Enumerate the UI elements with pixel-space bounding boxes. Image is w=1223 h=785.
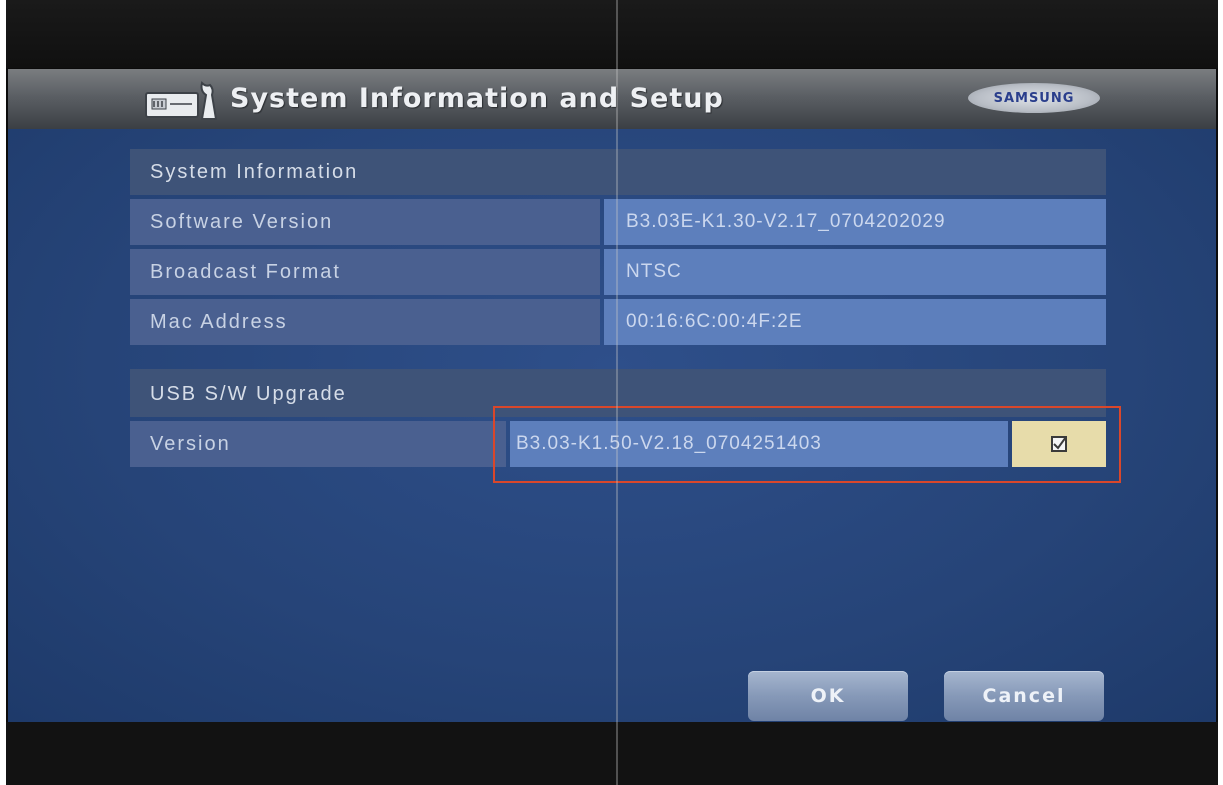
screen-seam <box>616 0 618 785</box>
mac-address-label: Mac Address <box>130 299 600 345</box>
usb-version-label: Version <box>130 421 506 467</box>
page-title: System Information and Setup <box>230 83 724 114</box>
letterbox-bottom <box>6 722 1218 785</box>
title-bar: System Information and Setup SAMSUNG <box>8 69 1216 129</box>
system-info-heading: System Information <box>130 149 1106 195</box>
broadcast-format-value: NTSC <box>604 249 1106 295</box>
upgrade-highlight-box <box>493 406 1121 483</box>
broadcast-format-label: Broadcast Format <box>130 249 600 295</box>
software-version-value: B3.03E-K1.30-V2.17_0704202029 <box>604 199 1106 245</box>
tv-screen: System Information and Setup SAMSUNG Sys… <box>6 0 1218 785</box>
mac-address-value: 00:16:6C:00:4F:2E <box>604 299 1106 345</box>
ok-button[interactable]: OK <box>748 671 908 721</box>
logo-text: SAMSUNG <box>993 90 1075 106</box>
settings-panel: System Information Software Version B3.0… <box>8 129 1216 722</box>
software-version-label: Software Version <box>130 199 600 245</box>
samsung-logo: SAMSUNG <box>968 83 1100 113</box>
setup-tools-icon <box>145 81 218 120</box>
cancel-button[interactable]: Cancel <box>944 671 1104 721</box>
letterbox-top <box>6 0 1218 68</box>
